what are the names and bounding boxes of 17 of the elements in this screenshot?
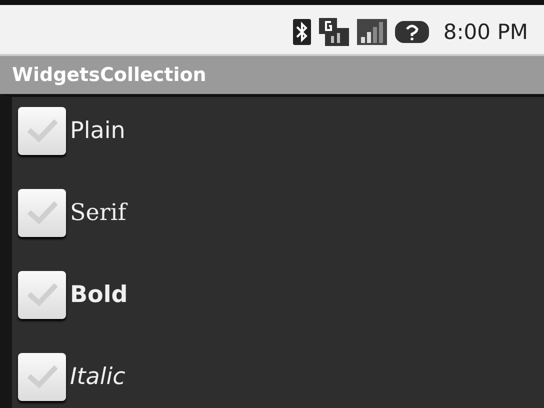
check-mark-icon <box>25 200 59 226</box>
checkbox-label: Plain <box>70 118 126 144</box>
checkbox-label: Italic <box>70 364 126 390</box>
bluetooth-icon <box>293 18 312 44</box>
checkbox-label: Serif <box>70 200 126 226</box>
check-mark-icon <box>25 364 59 390</box>
check-mark-icon <box>25 282 59 308</box>
checkbox[interactable] <box>18 353 66 401</box>
check-mark-icon <box>25 118 59 144</box>
status-time: 8:00 PM <box>443 20 528 44</box>
checkbox[interactable] <box>18 189 66 237</box>
signal-bars-icon <box>357 18 388 44</box>
checkbox[interactable] <box>18 271 66 319</box>
checkbox-label: Bold <box>70 282 128 308</box>
checkbox[interactable] <box>18 107 66 155</box>
app-title: WidgetsCollection <box>12 64 206 86</box>
network-signal-icon <box>319 18 350 46</box>
